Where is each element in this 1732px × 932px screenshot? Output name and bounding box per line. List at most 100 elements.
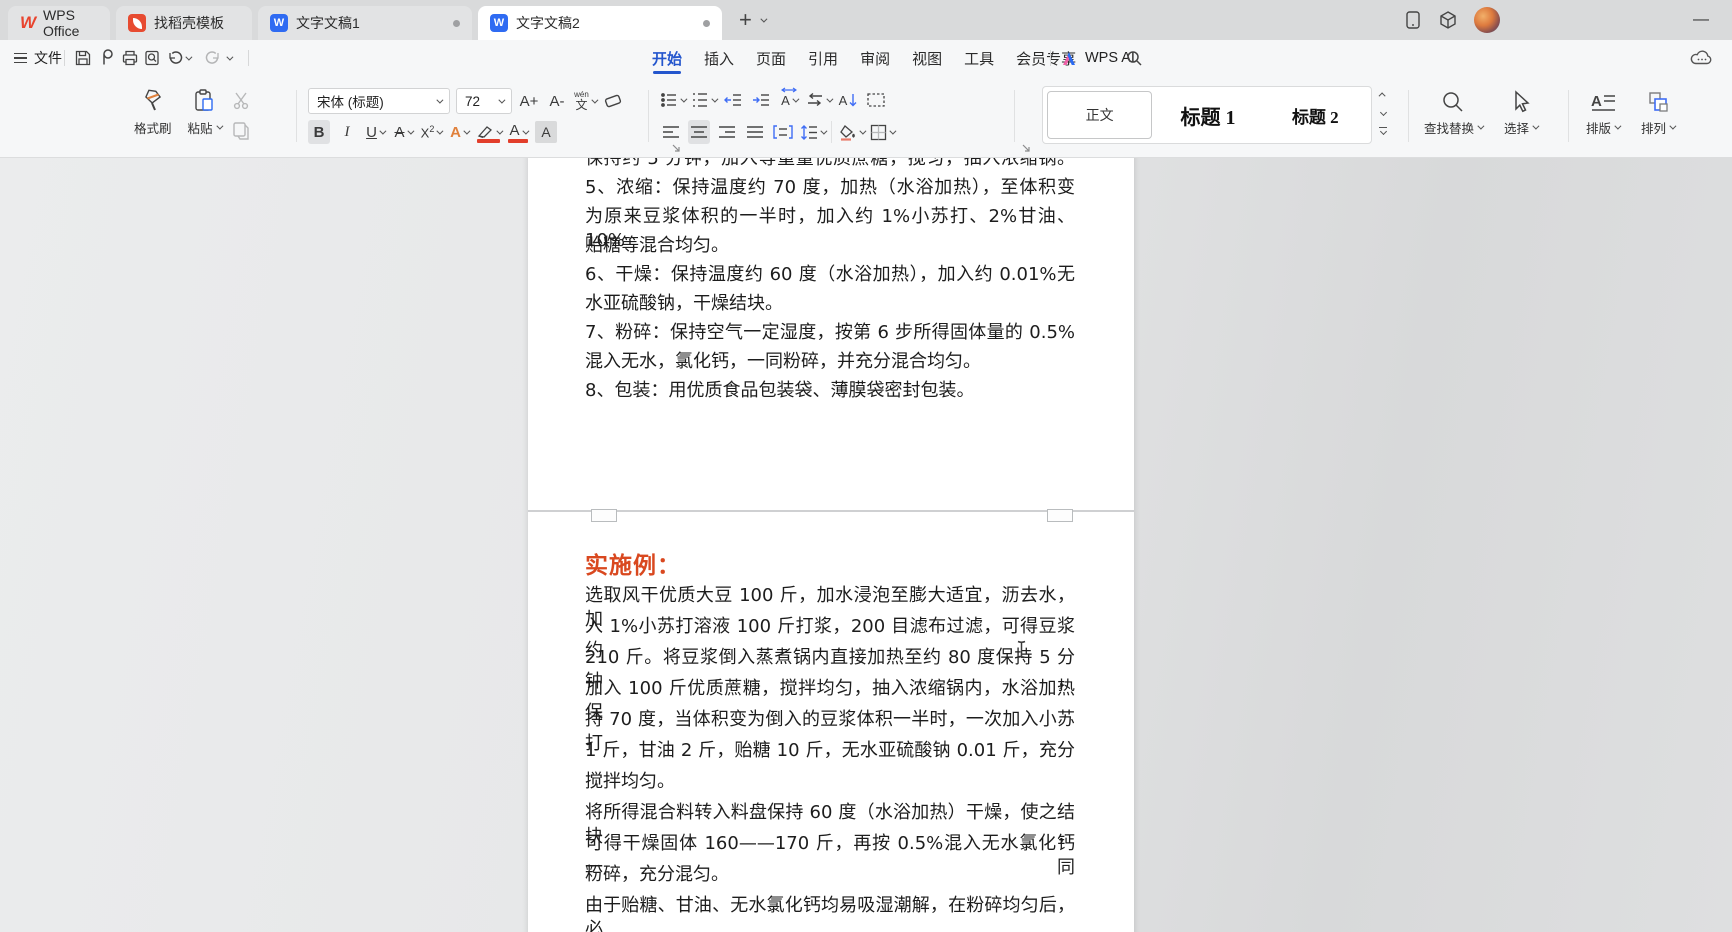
doc-line: 6、干燥：保持温度约 60 度（水浴加热），加入约 0.01%无 <box>585 263 1075 287</box>
undo-dropdown-icon[interactable] <box>185 53 192 60</box>
search-icon[interactable] <box>1126 40 1143 76</box>
italic-button[interactable]: I <box>336 120 358 144</box>
char-shading-button[interactable]: A <box>535 121 557 143</box>
bold-button[interactable]: B <box>308 120 330 144</box>
quickbar-more-icon[interactable] <box>226 53 233 60</box>
strikethrough-button[interactable]: A <box>392 120 414 144</box>
pinyin-guide-button[interactable]: wén文 <box>574 89 596 113</box>
paste-dropdown-icon <box>216 123 223 130</box>
style-heading-1[interactable]: 标题 1 <box>1156 91 1259 139</box>
page-margin-handle[interactable] <box>1047 509 1073 522</box>
tab-docer-templates[interactable]: 找稻壳模板 <box>116 6 252 40</box>
sort-arrow-icon <box>849 93 857 107</box>
document-canvas[interactable]: 保持约 5 分钟，加入等重量优质蔗糖，搅匀，抽入浓缩锅。 5、浓缩：保持温度约 … <box>0 158 1732 932</box>
tab-label: 文字文稿1 <box>296 13 360 33</box>
font-size-select[interactable]: 72 <box>456 88 512 114</box>
minimize-window-button[interactable]: — <box>1686 0 1716 40</box>
decrease-indent-button[interactable] <box>722 88 744 112</box>
new-tab-dropdown-icon[interactable] <box>760 15 767 22</box>
border-grid-icon <box>870 124 887 141</box>
print-icon[interactable] <box>119 40 141 76</box>
decrease-font-button[interactable]: A- <box>546 89 568 113</box>
paste-clipboard-icon <box>191 88 217 114</box>
format-painter-button[interactable]: 格式刷 <box>128 84 178 141</box>
wrap-marks-button[interactable] <box>806 88 831 112</box>
tab-tools[interactable]: 工具 <box>953 40 1005 76</box>
char-scale-button[interactable]: A <box>778 88 800 112</box>
doc-line: 5、浓缩：保持温度约 70 度，加热（水浴加热），至体积变 <box>585 176 1075 200</box>
align-center-button[interactable] <box>688 120 710 144</box>
wps-logo-icon: W <box>20 13 35 33</box>
styles-scroll-down-icon[interactable] <box>1376 106 1390 119</box>
typeset-button[interactable]: A 排版 <box>1580 86 1625 141</box>
page-margin-handle[interactable] <box>591 509 617 522</box>
text-effect-button[interactable]: A <box>448 120 470 144</box>
undo-icon[interactable] <box>164 40 186 76</box>
highlight-pen-button[interactable] <box>476 120 501 144</box>
wps-ai-button[interactable]: WPS AI <box>1062 40 1135 76</box>
numbered-list-button[interactable] <box>691 88 716 112</box>
page-break-line[interactable] <box>528 510 1134 512</box>
app-center-cube-icon[interactable] <box>1438 10 1458 30</box>
doc-line: 保持约 5 分钟，加入等重量优质蔗糖，搅匀，抽入浓缩锅。 <box>585 158 1075 171</box>
paragraph-dialog-launcher-icon[interactable] <box>1022 144 1031 153</box>
main-menu-icon[interactable] <box>14 40 27 76</box>
save-icon[interactable] <box>72 40 94 76</box>
select-button[interactable]: 选择 <box>1498 86 1543 141</box>
svg-text:A: A <box>1591 93 1602 110</box>
user-avatar[interactable] <box>1474 7 1500 33</box>
cloud-status-icon[interactable] <box>1690 40 1714 76</box>
window-tab-bar: W WPS Office 找稻壳模板 W 文字文稿1 W 文字文稿2 + <box>0 0 1732 40</box>
sort-button[interactable]: A <box>837 88 859 112</box>
tab-home[interactable]: 开始 <box>641 40 693 76</box>
font-name-select[interactable]: 宋体 (标题) <box>308 88 450 114</box>
page-margin-button[interactable] <box>865 88 887 112</box>
export-pdf-icon[interactable] <box>96 40 118 76</box>
superscript-button[interactable]: X2 <box>420 120 442 144</box>
doc-line: 混入无水，氯化钙，一同粉碎，并充分混合均匀。 <box>585 350 1075 374</box>
tab-wps-home[interactable]: W WPS Office <box>8 6 110 40</box>
mobile-sync-icon[interactable] <box>1404 10 1422 30</box>
increase-indent-button[interactable] <box>750 88 772 112</box>
styles-more-icon[interactable] <box>1376 124 1390 137</box>
styles-scroll-up-icon[interactable] <box>1376 88 1390 101</box>
decrease-indent-icon <box>724 92 742 108</box>
doc-line: 水亚硫酸钠，干燥结块。 <box>585 292 1075 316</box>
file-menu[interactable]: 文件 <box>34 40 62 76</box>
line-spacing-button[interactable] <box>800 120 825 144</box>
tab-document-2-active[interactable]: W 文字文稿2 <box>478 6 722 40</box>
arrange-squares-icon <box>1646 90 1670 114</box>
clear-format-button[interactable] <box>602 89 624 113</box>
shading-fill-button[interactable] <box>838 120 864 144</box>
borders-button[interactable] <box>870 120 894 144</box>
find-magnifier-icon <box>1441 90 1465 114</box>
paste-button[interactable]: 粘贴 <box>182 84 227 141</box>
print-preview-icon[interactable] <box>141 40 163 76</box>
tab-reference[interactable]: 引用 <box>797 40 849 76</box>
copy-icon[interactable] <box>231 120 251 140</box>
distribute-button[interactable] <box>772 120 794 144</box>
style-normal[interactable]: 正文 <box>1047 91 1152 139</box>
justify-button[interactable] <box>744 120 766 144</box>
tab-view[interactable]: 视图 <box>901 40 953 76</box>
new-tab-button[interactable]: + <box>735 9 756 31</box>
tab-insert[interactable]: 插入 <box>693 40 745 76</box>
style-heading-2[interactable]: 标题 2 <box>1264 91 1367 139</box>
font-name-value: 宋体 (标题) <box>317 91 384 111</box>
find-replace-button[interactable]: 查找替换 <box>1418 86 1488 141</box>
cut-icon[interactable] <box>231 90 251 110</box>
align-left-button[interactable] <box>660 120 682 144</box>
tab-page[interactable]: 页面 <box>745 40 797 76</box>
align-right-button[interactable] <box>716 120 738 144</box>
tab-document-1[interactable]: W 文字文稿1 <box>258 6 472 40</box>
bullet-list-button[interactable] <box>660 88 685 112</box>
tab-review[interactable]: 审阅 <box>849 40 901 76</box>
unsaved-dot-indicator <box>453 20 460 27</box>
font-color-button[interactable]: A <box>507 120 529 144</box>
redo-icon-disabled[interactable] <box>202 40 224 76</box>
increase-font-button[interactable]: A+ <box>518 89 540 113</box>
font-dialog-launcher-icon[interactable] <box>672 144 681 153</box>
align-left-icon <box>662 125 680 139</box>
underline-button[interactable]: U <box>364 120 386 144</box>
arrange-button[interactable]: 排列 <box>1635 86 1680 141</box>
